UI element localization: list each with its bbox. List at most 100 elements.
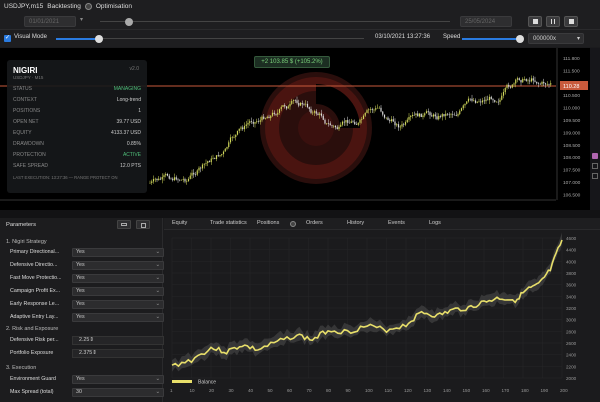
parameters-title: Parameters xyxy=(6,222,36,228)
param-value: 2.25 xyxy=(79,337,90,343)
candle-body xyxy=(301,102,303,105)
param-select[interactable]: Yes ⌄ xyxy=(72,300,164,309)
candle-body xyxy=(371,109,373,111)
candle-body xyxy=(532,78,534,81)
panel-splitter[interactable] xyxy=(0,210,600,218)
price-axis-label: 108.000 xyxy=(563,155,581,161)
param-number-input[interactable]: 2.375⇕ xyxy=(72,349,164,358)
param-number-input[interactable]: 2.25⇕ xyxy=(72,336,164,345)
visual-mode-checkbox[interactable]: ✓ xyxy=(4,35,11,42)
candle-body xyxy=(172,178,174,181)
param-select[interactable]: Yes ⌄ xyxy=(72,261,164,270)
param-select[interactable]: Yes ⌄ xyxy=(72,274,164,283)
price-axis-label: 111.500 xyxy=(563,68,580,74)
candle-body xyxy=(345,120,347,123)
candle-body xyxy=(550,83,552,85)
candle-body xyxy=(242,127,244,130)
candle-body xyxy=(427,111,429,113)
equity-x-label: 1 xyxy=(170,388,173,393)
candle-body xyxy=(170,178,172,180)
param-value: Yes xyxy=(76,314,85,320)
param-label: Environment Guard xyxy=(10,376,56,382)
speed-label: Speed xyxy=(443,34,461,40)
grid-icon[interactable] xyxy=(592,163,598,169)
tab-orders[interactable]: Orders xyxy=(306,220,323,226)
candle-body xyxy=(368,109,370,111)
date-range-slider[interactable] xyxy=(100,21,450,22)
load-preset-button[interactable] xyxy=(117,220,131,229)
tab-trade-statistics[interactable]: Trade statistics xyxy=(210,220,247,226)
candle-body xyxy=(334,125,337,128)
equity-y-label: 3200 xyxy=(566,306,577,311)
start-date-input[interactable]: 01/01/2021 xyxy=(24,16,76,27)
param-select[interactable]: Yes ⌄ xyxy=(72,248,164,257)
strategy-subtitle: USDJPY · M15 xyxy=(13,75,44,80)
tab-events[interactable]: Events xyxy=(388,220,405,226)
equity-x-label: 30 xyxy=(229,388,235,393)
parameters-panel: Parameters 1. Nigiri Strategy Primary Di… xyxy=(0,218,164,402)
stop-button[interactable] xyxy=(528,16,542,27)
candle-body xyxy=(457,114,459,116)
pause-button[interactable] xyxy=(546,16,560,27)
candle-body xyxy=(343,121,345,123)
candle-body xyxy=(291,101,293,104)
step-button[interactable] xyxy=(564,16,578,27)
param-select[interactable]: Yes ⌄ xyxy=(72,375,164,384)
color-swatch-icon[interactable] xyxy=(592,153,598,159)
candle-body xyxy=(541,81,543,85)
candle-body xyxy=(376,107,379,109)
candle-body xyxy=(203,163,205,165)
candle-body xyxy=(294,100,296,101)
candle-body xyxy=(326,123,328,124)
candle-body xyxy=(369,109,372,110)
calendar-icon[interactable]: ▾ xyxy=(80,16,83,23)
candle-body xyxy=(194,174,197,176)
candle-body xyxy=(392,119,394,122)
save-icon xyxy=(140,223,146,228)
tab-positions[interactable]: Positions xyxy=(257,220,279,226)
equity-y-label: 3400 xyxy=(566,294,577,299)
positions-toggle-icon[interactable] xyxy=(290,221,296,227)
price-axis-label: 109.500 xyxy=(563,118,581,124)
visual-progress-handle[interactable] xyxy=(95,35,103,43)
stepper-icon: ⇕ xyxy=(92,350,97,356)
end-date-input[interactable]: 25/05/2024 xyxy=(460,16,512,27)
tab-logs[interactable]: Logs xyxy=(429,220,441,226)
param-select[interactable]: 30 ⌄ xyxy=(72,388,164,397)
candle-body xyxy=(266,116,268,119)
date-range-start-handle[interactable] xyxy=(125,18,133,26)
candle-body xyxy=(348,122,351,124)
candle-body xyxy=(352,121,354,122)
candle-body xyxy=(520,80,522,83)
speed-select[interactable]: 000000x ▾ xyxy=(528,33,584,44)
candle-body xyxy=(299,102,302,106)
param-value: Yes xyxy=(76,376,85,382)
speed-slider-handle[interactable] xyxy=(516,35,524,43)
param-select[interactable]: Yes ⌄ xyxy=(72,287,164,296)
candle-body xyxy=(483,100,485,102)
tab-equity[interactable]: Equity xyxy=(172,220,187,226)
optimisation-radio[interactable] xyxy=(84,3,92,10)
tab-history[interactable]: History xyxy=(347,220,364,226)
candle-body xyxy=(233,137,235,138)
price-axis-label: 106.500 xyxy=(563,192,581,198)
candle-body xyxy=(488,96,491,101)
info-row: POSITIONS 1 xyxy=(13,105,141,116)
folder-icon xyxy=(121,223,127,226)
info-rows: STATUS MANAGING CONTEXT Long-trend POSITIONS… xyxy=(13,83,141,171)
param-value: 2.375 xyxy=(79,350,93,356)
candle-body xyxy=(212,158,214,159)
candle-body xyxy=(320,113,323,116)
visual-mode-label: Visual Mode xyxy=(14,34,47,40)
equity-x-label: 40 xyxy=(248,388,254,393)
visual-progress-track[interactable] xyxy=(100,38,364,39)
info-value: 12.0 PTS xyxy=(120,162,141,169)
param-select[interactable]: Yes ⌄ xyxy=(72,313,164,322)
candle-body xyxy=(226,147,228,149)
speed-slider[interactable] xyxy=(462,38,520,40)
crosshair-icon[interactable] xyxy=(592,173,598,179)
candle-body xyxy=(298,102,300,106)
candle-body xyxy=(273,112,275,115)
save-preset-button[interactable] xyxy=(136,220,150,229)
strategy-info-panel: NIGIRI USDJPY · M15 v2.0 STATUS MANAGING C… xyxy=(7,60,147,193)
